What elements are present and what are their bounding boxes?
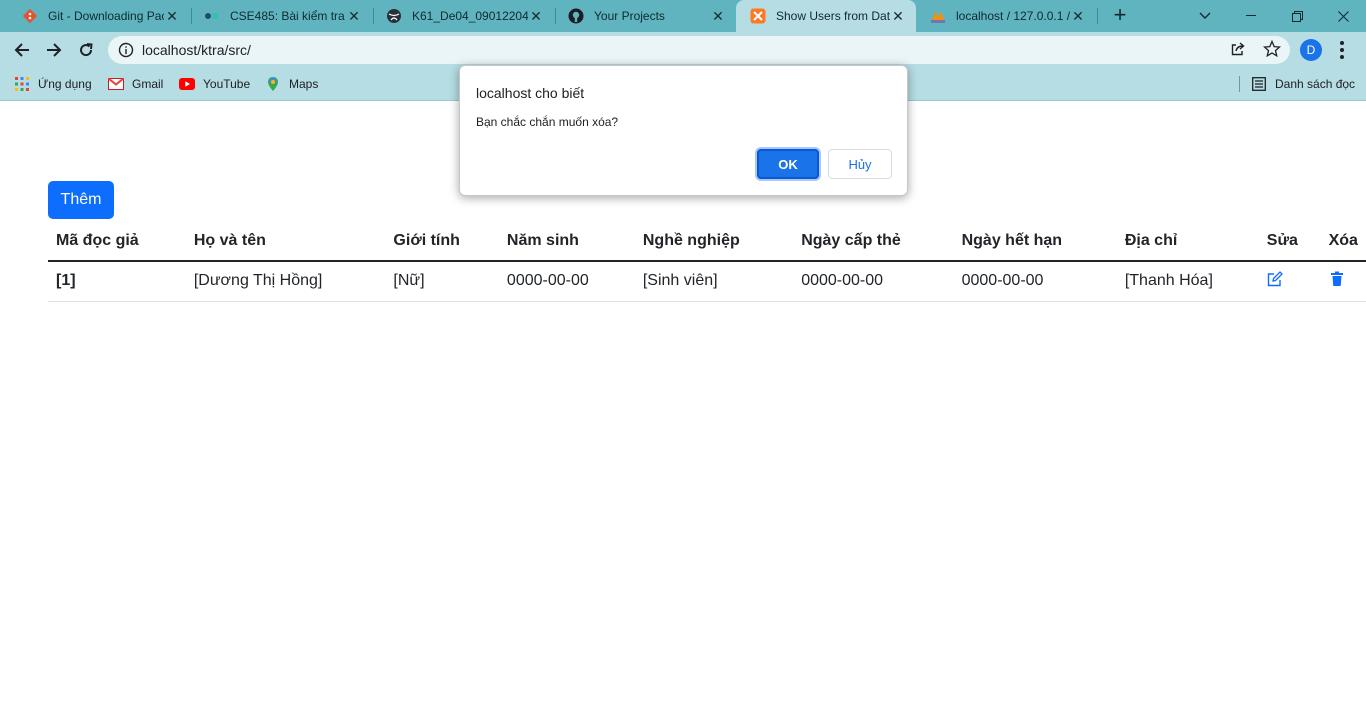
tab-k61[interactable]: K61_De04_09012204.p ✕ — [372, 0, 554, 32]
delete-cell — [1320, 261, 1366, 302]
tab-title: localhost / 127.0.0.1 / — [956, 9, 1070, 23]
close-icon[interactable]: ✕ — [164, 8, 180, 25]
trash-icon[interactable] — [1329, 271, 1345, 291]
column-header: Xóa — [1320, 221, 1366, 262]
close-icon[interactable]: ✕ — [1070, 8, 1086, 25]
column-header: Giới tính — [385, 221, 499, 262]
bookmark-label: Gmail — [132, 77, 164, 91]
course-icon — [204, 8, 220, 24]
reader-card-issued: 0000-00-00 — [793, 261, 954, 302]
restore-icon[interactable] — [1274, 0, 1320, 32]
tab-title: Your Projects — [594, 9, 665, 23]
close-icon[interactable]: ✕ — [346, 8, 362, 25]
reload-icon[interactable] — [73, 37, 99, 63]
reader-birth-year: 0000-00-00 — [498, 261, 635, 302]
gmail-icon — [108, 76, 124, 92]
tab-git[interactable]: Git - Downloading Pac ✕ — [8, 0, 190, 32]
browser-toolbar: localhost/ktra/src/ D — [0, 32, 1366, 68]
phpmyadmin-icon — [930, 8, 946, 24]
reader-id: [1] — [48, 261, 186, 302]
window-close-icon[interactable] — [1320, 0, 1366, 32]
bookmark-maps[interactable]: Maps — [265, 74, 318, 94]
column-header: Ngày cấp thẻ — [793, 221, 954, 262]
column-header: Nghề nghiệp — [634, 221, 794, 262]
bookmark-youtube[interactable]: YouTube — [179, 74, 250, 94]
tab-title: CSE485: Bài kiểm tra s — [230, 9, 346, 23]
forward-arrow-icon[interactable] — [41, 37, 67, 63]
kebab-menu-icon[interactable] — [1334, 40, 1350, 60]
edit-cell — [1258, 261, 1321, 302]
add-button[interactable]: Thêm — [48, 181, 114, 219]
tab-title: Show Users from Data — [776, 9, 890, 23]
tab-title: K61_De04_09012204.p — [412, 9, 528, 23]
dialog-title: localhost cho biết — [476, 85, 585, 101]
xampp-icon — [750, 8, 766, 24]
reading-list[interactable]: Danh sách đọc — [1251, 74, 1355, 94]
git-icon — [22, 8, 38, 24]
table-header-row: Mã đọc giả Họ và tên Giới tính Năm sinh … — [48, 221, 1366, 262]
reader-address: [Thanh Hóa] — [1116, 261, 1259, 302]
readers-table: Mã đọc giả Họ và tên Giới tính Năm sinh … — [48, 221, 1366, 302]
ok-button[interactable]: OK — [757, 149, 819, 179]
github-icon — [568, 8, 584, 24]
youtube-icon — [179, 76, 195, 92]
share-icon[interactable] — [1230, 41, 1246, 62]
confirm-dialog: localhost cho biết Bạn chắc chắn muốn xó… — [459, 65, 908, 196]
dialog-message: Bạn chắc chắn muốn xóa? — [476, 115, 619, 129]
reader-occupation: [Sinh viên] — [634, 261, 794, 302]
url-text[interactable]: localhost/ktra/src/ — [142, 42, 251, 58]
tab-phpmyadmin[interactable]: localhost / 127.0.0.1 / ✕ — [916, 0, 1096, 32]
column-header: Mã đọc giả — [48, 221, 186, 262]
bookmark-star-icon[interactable] — [1262, 39, 1282, 63]
reader-gender: [Nữ] — [385, 261, 499, 302]
close-icon[interactable]: ✕ — [890, 8, 906, 25]
column-header: Địa chỉ — [1116, 221, 1259, 262]
reading-list-label: Danh sách đọc — [1275, 77, 1356, 91]
column-header: Họ và tên — [185, 221, 386, 262]
bookmark-apps[interactable]: Ứng dụng — [14, 74, 92, 94]
reading-list-icon — [1251, 76, 1267, 92]
bookmark-gmail[interactable]: Gmail — [108, 74, 163, 94]
column-header: Ngày hết hạn — [953, 221, 1117, 262]
address-bar[interactable]: localhost/ktra/src/ — [108, 36, 1290, 64]
minimize-icon[interactable] — [1228, 0, 1274, 32]
column-header: Năm sinh — [498, 221, 635, 262]
close-icon[interactable]: ✕ — [528, 8, 544, 25]
tab-cse485[interactable]: CSE485: Bài kiểm tra s ✕ — [190, 0, 372, 32]
globe-icon — [386, 8, 402, 24]
bookmark-label: Ứng dụng — [38, 77, 92, 91]
info-icon[interactable] — [118, 42, 134, 63]
maps-icon — [265, 76, 281, 92]
new-tab-button[interactable]: + — [1108, 4, 1132, 28]
tab-your-projects[interactable]: Your Projects ✕ — [554, 0, 736, 32]
reader-name: [Dương Thị Hồng] — [185, 261, 386, 302]
back-arrow-icon[interactable] — [9, 37, 35, 63]
tab-title: Git - Downloading Pac — [48, 9, 164, 23]
tab-search-icon[interactable] — [1182, 0, 1228, 32]
apps-grid-icon — [14, 76, 30, 92]
bookmark-label: Maps — [289, 77, 319, 91]
edit-icon[interactable] — [1267, 270, 1283, 291]
tab-show-users[interactable]: Show Users from Data ✕ — [736, 0, 916, 32]
table-row: [1] [Dương Thị Hồng] [Nữ] 0000-00-00 [Si… — [48, 261, 1366, 302]
tab-strip: Git - Downloading Pac ✕ CSE485: Bài kiểm… — [0, 0, 1366, 32]
cancel-button[interactable]: Hủy — [828, 149, 892, 179]
column-header: Sửa — [1258, 221, 1321, 262]
close-icon[interactable]: ✕ — [710, 8, 726, 25]
bookmark-label: YouTube — [203, 77, 251, 91]
reader-card-expiry: 0000-00-00 — [953, 261, 1117, 302]
profile-avatar[interactable]: D — [1300, 39, 1322, 61]
